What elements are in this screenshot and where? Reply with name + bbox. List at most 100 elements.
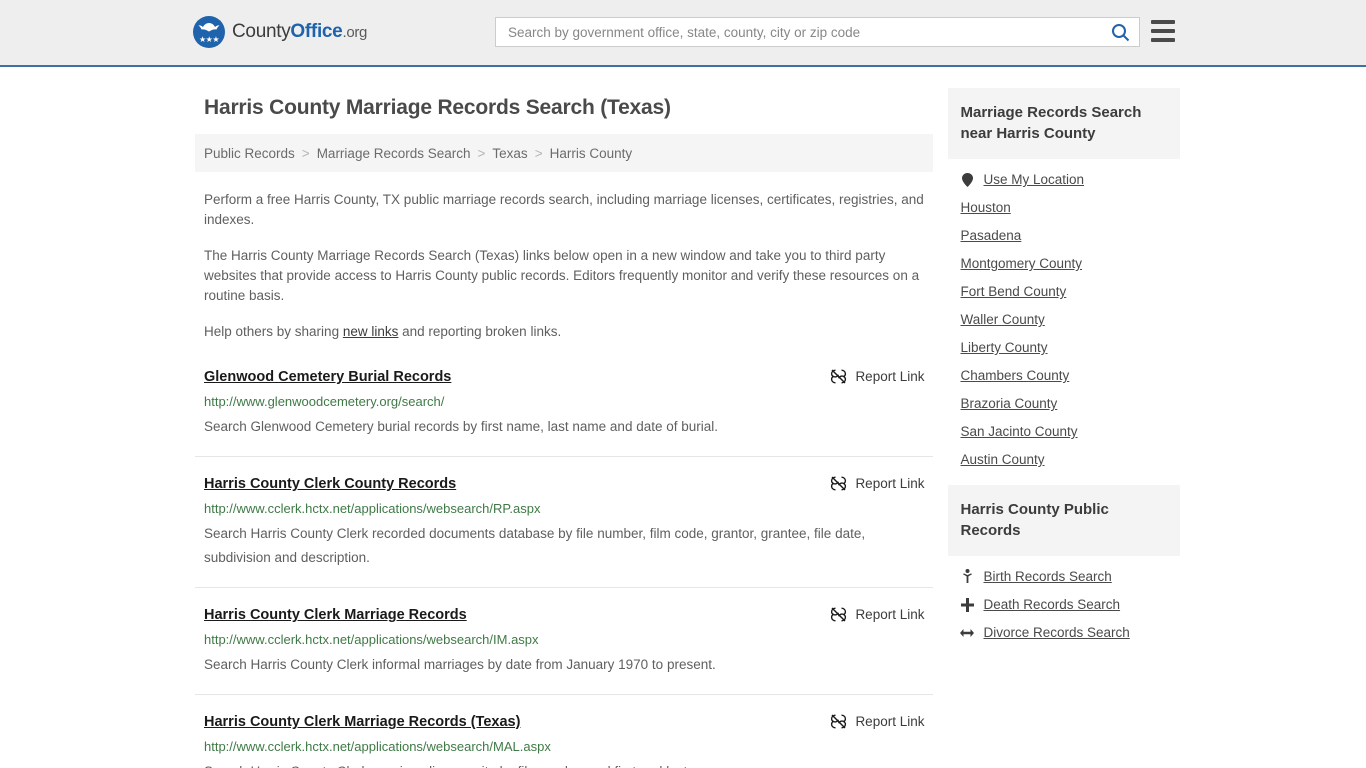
- broken-link-icon: [831, 476, 847, 491]
- search-button[interactable]: [1101, 18, 1139, 46]
- baby-icon: [960, 569, 974, 584]
- sidebar-link-item[interactable]: Birth Records Search: [960, 556, 1168, 584]
- sidebar-panel-list: Birth Records Search Death Records Search…: [948, 556, 1180, 640]
- sidebar-link-label[interactable]: Brazoria County: [960, 396, 1057, 411]
- breadcrumb-item-3[interactable]: Harris County: [550, 146, 633, 161]
- breadcrumb-item-0[interactable]: Public Records: [204, 146, 295, 161]
- result-description: Search Harris County Clerk marriage lice…: [204, 760, 924, 768]
- result-header: Glenwood Cemetery Burial Records Report L…: [204, 367, 924, 387]
- sidebar-link-item[interactable]: Pasadena: [960, 215, 1168, 243]
- sidebar-link-label[interactable]: Use My Location: [983, 172, 1084, 187]
- logo-text-part2: Office: [290, 21, 343, 42]
- logo-text-part1: County: [232, 21, 291, 42]
- page-title: Harris County Marriage Records Search (T…: [204, 96, 671, 119]
- intro-paragraph-1: Perform a free Harris County, TX public …: [204, 192, 924, 227]
- result-item: Harris County Clerk Marriage Records Repo…: [195, 588, 934, 695]
- logo-text-part3: .org: [342, 24, 368, 41]
- search-input[interactable]: [496, 18, 1101, 46]
- location-pin-icon: [960, 172, 974, 187]
- result-description: Search Glenwood Cemetery burial records …: [204, 419, 719, 434]
- result-title-link[interactable]: Glenwood Cemetery Burial Records: [204, 367, 451, 387]
- result-header: Harris County Clerk County Records Report…: [204, 474, 924, 494]
- sidebar-link-item[interactable]: Waller County: [960, 299, 1168, 327]
- menu-bar-1: [1151, 20, 1175, 24]
- sidebar-panel-title: Harris County Public Records: [948, 485, 1180, 556]
- result-url[interactable]: http://www.cclerk.hctx.net/applications/…: [204, 500, 924, 518]
- report-link-button[interactable]: Report Link: [830, 367, 924, 385]
- report-link-button[interactable]: Report Link: [830, 605, 924, 623]
- result-description: Search Harris County Clerk recorded docu…: [204, 526, 866, 565]
- report-link-button[interactable]: Report Link: [830, 712, 924, 730]
- broken-link-icon: [831, 607, 847, 622]
- site-logo-text: CountyOffice.org: [232, 21, 367, 43]
- sidebar-link-label[interactable]: Pasadena: [960, 228, 1021, 243]
- menu-bar-3: [1151, 38, 1175, 42]
- report-link-button[interactable]: Report Link: [830, 474, 924, 492]
- result-url[interactable]: http://www.glenwoodcemetery.org/search/: [204, 393, 924, 411]
- cross-icon: [960, 597, 974, 612]
- breadcrumb-separator: >: [477, 145, 486, 161]
- sidebar: Marriage Records Search near Harris Coun…: [948, 88, 1180, 768]
- main-content: Harris County Marriage Records Search (T…: [195, 88, 934, 768]
- site-header: ★★★ CountyOffice.org: [0, 0, 1366, 67]
- report-link-label: Report Link: [855, 476, 925, 491]
- stars-icon: ★★★: [198, 35, 220, 44]
- sidebar-link-label[interactable]: Birth Records Search: [983, 569, 1111, 584]
- sidebar-link-label[interactable]: Austin County: [960, 452, 1044, 467]
- breadcrumb-separator: >: [534, 145, 543, 161]
- report-link-label: Report Link: [855, 369, 925, 384]
- intro-p3-before: Help others by sharing: [204, 324, 343, 339]
- sidebar-link-item[interactable]: Brazoria County: [960, 383, 1168, 411]
- sidebar-panel: Harris County Public Records Birth Record…: [948, 485, 1180, 640]
- results-list: Glenwood Cemetery Burial Records Report L…: [195, 364, 934, 768]
- result-description: Search Harris County Clerk informal marr…: [204, 657, 716, 672]
- breadcrumb-item-2[interactable]: Texas: [492, 146, 527, 161]
- search-icon: [1111, 23, 1129, 41]
- sidebar-link-label[interactable]: Death Records Search: [983, 597, 1120, 612]
- breadcrumb-item-1[interactable]: Marriage Records Search: [317, 146, 471, 161]
- sidebar-link-item[interactable]: Divorce Records Search: [960, 612, 1168, 640]
- sidebar-link-label[interactable]: Montgomery County: [960, 256, 1082, 271]
- sidebar-link-label[interactable]: Waller County: [960, 312, 1044, 327]
- sidebar-link-item[interactable]: Death Records Search: [960, 584, 1168, 612]
- site-logo[interactable]: ★★★ CountyOffice.org: [193, 16, 367, 48]
- sidebar-link-item[interactable]: Montgomery County: [960, 243, 1168, 271]
- result-header: Harris County Clerk Marriage Records (Te…: [204, 712, 924, 732]
- sidebar-link-item[interactable]: Chambers County: [960, 355, 1168, 383]
- breadcrumb-separator: >: [301, 145, 310, 161]
- sidebar-panel-list: Use My Location Houston Pasadena Montgomery…: [948, 159, 1180, 467]
- intro-p3-after: and reporting broken links.: [398, 324, 562, 339]
- result-title-link[interactable]: Harris County Clerk Marriage Records (Te…: [204, 712, 520, 732]
- broken-link-icon: [831, 369, 847, 384]
- eagle-icon: [198, 23, 220, 32]
- menu-icon[interactable]: [1151, 20, 1175, 42]
- sidebar-link-label[interactable]: Divorce Records Search: [983, 625, 1129, 640]
- sidebar-link-item[interactable]: Fort Bend County: [960, 271, 1168, 299]
- intro-paragraph-2: The Harris County Marriage Records Searc…: [204, 248, 920, 303]
- search-bar[interactable]: [495, 17, 1140, 47]
- result-title-link[interactable]: Harris County Clerk County Records: [204, 474, 456, 494]
- sidebar-link-label[interactable]: Chambers County: [960, 368, 1069, 383]
- sidebar-link-label[interactable]: Houston: [960, 200, 1010, 215]
- sidebar-link-item[interactable]: Liberty County: [960, 327, 1168, 355]
- result-title-link[interactable]: Harris County Clerk Marriage Records: [204, 605, 467, 625]
- new-links-link[interactable]: new links: [343, 324, 399, 339]
- result-url[interactable]: http://www.cclerk.hctx.net/applications/…: [204, 738, 924, 756]
- sidebar-link-label[interactable]: Liberty County: [960, 340, 1047, 355]
- sidebar-link-item[interactable]: Use My Location: [960, 159, 1168, 187]
- sidebar-link-item[interactable]: San Jacinto County: [960, 411, 1168, 439]
- divorce-icon: [960, 628, 975, 638]
- report-link-label: Report Link: [855, 714, 925, 729]
- sidebar-link-item[interactable]: Austin County: [960, 439, 1168, 467]
- menu-bar-2: [1151, 29, 1175, 33]
- result-item: Harris County Clerk County Records Report…: [195, 457, 934, 588]
- breadcrumb: Public Records > Marriage Records Search…: [195, 134, 934, 172]
- sidebar-link-label[interactable]: Fort Bend County: [960, 284, 1066, 299]
- broken-link-icon: [831, 714, 847, 729]
- county-office-emblem-icon: ★★★: [193, 16, 225, 48]
- sidebar-link-item[interactable]: Houston: [960, 187, 1168, 215]
- sidebar-link-label[interactable]: San Jacinto County: [960, 424, 1077, 439]
- result-url[interactable]: http://www.cclerk.hctx.net/applications/…: [204, 631, 924, 649]
- sidebar-panel-title: Marriage Records Search near Harris Coun…: [948, 88, 1180, 159]
- report-link-label: Report Link: [855, 607, 925, 622]
